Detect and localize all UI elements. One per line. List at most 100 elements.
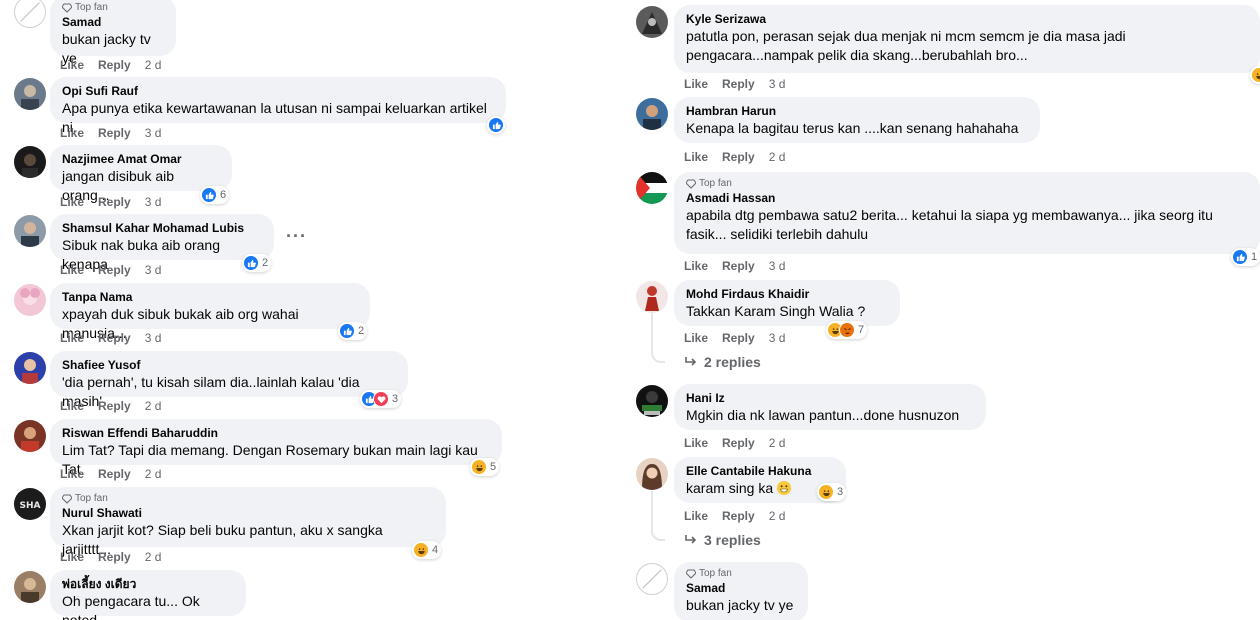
like-button[interactable]: Like bbox=[60, 263, 84, 277]
top-fan-badge: Top fan bbox=[62, 493, 434, 504]
avatar[interactable] bbox=[636, 385, 668, 417]
avatar[interactable] bbox=[14, 78, 46, 110]
replies-count-label[interactable]: 3 replies bbox=[704, 532, 761, 548]
reaction-summary[interactable]: 5 bbox=[470, 458, 500, 476]
avatar[interactable] bbox=[636, 458, 668, 490]
comment-author[interactable]: Tanpa Nama bbox=[62, 289, 358, 305]
reply-button[interactable]: Reply bbox=[98, 58, 131, 72]
reply-button[interactable]: Reply bbox=[722, 150, 755, 164]
avatar[interactable] bbox=[636, 281, 668, 313]
comment-text: apabila dtg pembawa satu2 berita... keta… bbox=[686, 207, 1213, 223]
avatar[interactable] bbox=[14, 0, 46, 28]
avatar[interactable] bbox=[14, 146, 46, 178]
reaction-summary[interactable]: 1 bbox=[1231, 248, 1260, 266]
reply-button[interactable]: Reply bbox=[98, 467, 131, 481]
like-button[interactable]: Like bbox=[684, 259, 708, 273]
comment-author[interactable]: พ่อเลี้ยง งเดียว bbox=[62, 576, 234, 592]
comment-author[interactable]: Elle Cantabile Hakuna bbox=[686, 463, 834, 479]
comment-timestamp[interactable]: 3 d bbox=[145, 331, 162, 345]
like-button[interactable]: Like bbox=[684, 436, 708, 450]
like-button[interactable]: Like bbox=[684, 77, 708, 91]
avatar[interactable] bbox=[14, 284, 46, 316]
reaction-summary[interactable]: 7 bbox=[826, 321, 868, 339]
reply-button[interactable]: Reply bbox=[98, 263, 131, 277]
like-button[interactable]: Like bbox=[60, 58, 84, 72]
like-button[interactable]: Like bbox=[60, 399, 84, 413]
reaction-summary[interactable] bbox=[1250, 66, 1260, 84]
comment-timestamp[interactable]: 2 d bbox=[769, 436, 786, 450]
view-replies-link[interactable]: 3 replies bbox=[684, 532, 761, 548]
avatar[interactable] bbox=[636, 6, 668, 38]
reply-button[interactable]: Reply bbox=[98, 195, 131, 209]
comment-author[interactable]: Mohd Firdaus Khaidir bbox=[686, 286, 888, 302]
comment-actions: Like Reply 3 d bbox=[60, 263, 161, 277]
comment-timestamp[interactable]: 2 d bbox=[769, 150, 786, 164]
comment-author[interactable]: Nazjimee Amat Omar bbox=[62, 151, 220, 167]
comment-timestamp[interactable]: 2 d bbox=[145, 467, 162, 481]
comment-author[interactable]: Shamsul Kahar Mohamad Lubis bbox=[62, 220, 262, 236]
comment-author[interactable]: Asmadi Hassan bbox=[686, 190, 1248, 206]
avatar[interactable] bbox=[14, 352, 46, 384]
avatar[interactable] bbox=[14, 420, 46, 452]
comment-timestamp[interactable]: 3 d bbox=[769, 77, 786, 91]
comment-author[interactable]: Kyle Serizawa bbox=[686, 11, 1248, 27]
comment-timestamp[interactable]: 3 d bbox=[145, 126, 162, 140]
like-button[interactable]: Like bbox=[60, 550, 84, 564]
more-options-icon[interactable]: ··· bbox=[286, 226, 307, 247]
avatar[interactable] bbox=[636, 172, 668, 204]
avatar[interactable] bbox=[636, 98, 668, 130]
top-fan-badge: Top fan bbox=[686, 568, 796, 579]
comment-actions: Like Reply 3 d bbox=[60, 331, 161, 345]
replies-count-label[interactable]: 2 replies bbox=[704, 354, 761, 370]
like-button[interactable]: Like bbox=[60, 126, 84, 140]
reply-button[interactable]: Reply bbox=[722, 331, 755, 345]
comment-timestamp[interactable]: 2 d bbox=[145, 550, 162, 564]
reply-button[interactable]: Reply bbox=[722, 77, 755, 91]
comment-author[interactable]: Hani Iz bbox=[686, 390, 974, 406]
comment-author[interactable]: Samad bbox=[62, 14, 164, 30]
comment-author[interactable]: Samad bbox=[686, 580, 796, 596]
reaction-summary[interactable]: 3 bbox=[817, 483, 847, 501]
reaction-summary[interactable]: 2 bbox=[242, 254, 272, 272]
comment-author[interactable]: Riswan Effendi Baharuddin bbox=[62, 425, 490, 441]
reply-button[interactable]: Reply bbox=[722, 509, 755, 523]
reply-button[interactable]: Reply bbox=[98, 331, 131, 345]
avatar[interactable] bbox=[14, 571, 46, 603]
reaction-count: 5 bbox=[490, 461, 497, 473]
reply-button[interactable]: Reply bbox=[722, 259, 755, 273]
like-button[interactable]: Like bbox=[60, 331, 84, 345]
comment-timestamp[interactable]: 3 d bbox=[145, 195, 162, 209]
comment-bubble: Top fan Samad bukan jacky tv ye bbox=[674, 562, 808, 620]
comment-author[interactable]: Nurul Shawati bbox=[62, 505, 434, 521]
like-button[interactable]: Like bbox=[684, 331, 708, 345]
like-button[interactable]: Like bbox=[684, 509, 708, 523]
comment-timestamp[interactable]: 2 d bbox=[145, 58, 162, 72]
avatar[interactable] bbox=[14, 215, 46, 247]
reaction-summary[interactable]: 4 bbox=[412, 541, 442, 559]
reply-button[interactable]: Reply bbox=[98, 126, 131, 140]
comment-timestamp[interactable]: 3 d bbox=[769, 259, 786, 273]
comment-author[interactable]: Hambran Harun bbox=[686, 103, 1028, 119]
like-button[interactable]: Like bbox=[60, 467, 84, 481]
reaction-summary[interactable]: 6 bbox=[200, 186, 230, 204]
reaction-summary[interactable]: 2 bbox=[338, 322, 368, 340]
reply-thread-line bbox=[651, 313, 665, 363]
reaction-count: 4 bbox=[432, 544, 439, 556]
like-button[interactable]: Like bbox=[684, 150, 708, 164]
reply-button[interactable]: Reply bbox=[722, 436, 755, 450]
comment-author[interactable]: Opi Sufi Rauf bbox=[62, 83, 494, 99]
view-replies-link[interactable]: 2 replies bbox=[684, 354, 761, 370]
comment-timestamp[interactable]: 3 d bbox=[145, 263, 162, 277]
reply-arrow-icon bbox=[685, 535, 697, 544]
reaction-summary[interactable] bbox=[487, 116, 505, 134]
like-button[interactable]: Like bbox=[60, 195, 84, 209]
comment-timestamp[interactable]: 2 d bbox=[145, 399, 162, 413]
comment-timestamp[interactable]: 2 d bbox=[769, 509, 786, 523]
avatar[interactable]: SHA bbox=[14, 488, 46, 520]
avatar[interactable] bbox=[636, 563, 668, 595]
comment-timestamp[interactable]: 3 d bbox=[769, 331, 786, 345]
reaction-summary[interactable]: 3 bbox=[360, 390, 402, 408]
reply-button[interactable]: Reply bbox=[98, 550, 131, 564]
reply-button[interactable]: Reply bbox=[98, 399, 131, 413]
comment-author[interactable]: Shafiee Yusof bbox=[62, 357, 396, 373]
